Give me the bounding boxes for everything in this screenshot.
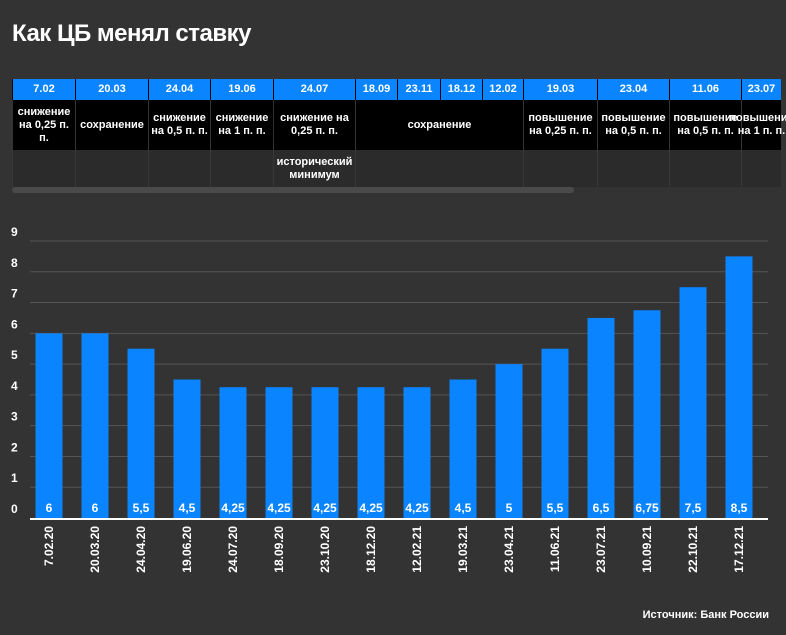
- source-note: Источник: Банк России: [642, 609, 769, 621]
- timeline-date: 7.02: [12, 79, 75, 100]
- y-tick-label: 2: [11, 440, 18, 454]
- timeline-note: [148, 150, 210, 187]
- y-tick-label: 9: [11, 225, 18, 239]
- y-tick-label: 4: [11, 379, 18, 393]
- timeline-date: 23.04: [597, 79, 669, 100]
- bar: [35, 333, 63, 518]
- timeline-action: снижение на 0,25 п. п.: [273, 100, 355, 150]
- timeline-action: сохранение: [75, 100, 148, 150]
- bar-value-label: 4,25: [267, 501, 291, 515]
- timeline-scrollbar[interactable]: [12, 187, 574, 193]
- bar: [357, 387, 385, 518]
- bar-value-label: 6: [46, 501, 53, 515]
- bar: [81, 333, 109, 518]
- x-tick-label: 24.07.20: [226, 526, 240, 573]
- bar-value-label: 4,25: [221, 501, 245, 515]
- timeline-date: 11.06: [669, 79, 741, 100]
- x-tick-label: 11.06.21: [548, 526, 562, 572]
- bar-value-label: 5: [506, 501, 513, 515]
- timeline-action: снижение на 0,5 п. п.: [148, 100, 210, 150]
- y-tick-label: 3: [11, 410, 18, 424]
- timeline-date: 24.07: [273, 79, 355, 100]
- timeline-action: сохранение: [355, 100, 523, 150]
- bar: [219, 387, 247, 518]
- x-tick-label: 22.10.21: [686, 526, 700, 573]
- timeline-date: 19.06: [210, 79, 273, 100]
- y-tick-label: 8: [11, 256, 18, 270]
- bar-value-label: 6,5: [593, 501, 610, 515]
- timeline-date: 23.07: [741, 79, 781, 100]
- timeline-date: 23.11: [397, 79, 440, 100]
- x-tick-label: 19.06.20: [180, 526, 194, 573]
- bar: [495, 364, 523, 518]
- bar-value-label: 4,5: [179, 501, 196, 515]
- timeline-action: повышение на 1 п. п.: [729, 100, 786, 150]
- timeline-note: [741, 150, 781, 187]
- bar-value-label: 8,5: [731, 501, 748, 515]
- timeline-note: [597, 150, 669, 187]
- chart-title: Как ЦБ менял ставку: [12, 20, 252, 47]
- rate-decision-timeline[interactable]: 7.02 20.03 24.04 19.06 24.07 18.09 23.11 18.12 1…: [12, 79, 786, 196]
- bar-value-label: 6: [92, 501, 99, 515]
- x-tick-label: 18.09.20: [272, 526, 286, 573]
- timeline-note: исторический минимум: [273, 150, 355, 187]
- timeline-date: 12.02: [482, 79, 523, 100]
- bar: [311, 387, 339, 518]
- x-tick-label: 19.03.21: [456, 526, 470, 573]
- timeline-note: [355, 150, 523, 187]
- y-tick-label: 1: [11, 471, 18, 485]
- bar-value-label: 5,5: [133, 501, 150, 515]
- timeline-date: 24.04: [148, 79, 210, 100]
- bar: [587, 317, 615, 518]
- bar: [541, 348, 569, 518]
- bar-value-label: 4,25: [405, 501, 429, 515]
- timeline-note: [75, 150, 148, 187]
- timeline-date: 18.12: [440, 79, 482, 100]
- x-tick-label: 23.04.21: [502, 526, 516, 573]
- y-tick-label: 7: [11, 287, 18, 301]
- timeline-action: повышение на 0,5 п. п.: [597, 100, 669, 150]
- x-tick-label: 12.02.21: [410, 526, 424, 573]
- bar-value-label: 4,25: [359, 501, 383, 515]
- bar: [449, 379, 477, 518]
- bar-value-label: 7,5: [685, 501, 702, 515]
- bar: [403, 387, 431, 518]
- y-tick-label: 0: [11, 502, 18, 516]
- x-tick-label: 23.07.21: [594, 526, 608, 573]
- x-tick-label: 10.09.21: [640, 526, 654, 573]
- key-rate-bar-chart: 0 1 2 3 4 5 6 7 8 9 6 7.02.20 6 20.03.20 5,5 24.04.20 4,…: [11, 225, 768, 573]
- timeline-action: снижение на 1 п. п.: [210, 100, 273, 150]
- bar-value-label: 4,25: [313, 501, 337, 515]
- bar: [725, 256, 753, 518]
- bar: [173, 379, 201, 518]
- bar-value-label: 4,5: [455, 501, 472, 515]
- timeline-note: [523, 150, 597, 187]
- bar-value-label: 5,5: [547, 501, 564, 515]
- timeline-action: повышение на 0,25 п. п.: [523, 100, 597, 150]
- x-tick-label: 17.12.21: [732, 526, 746, 573]
- bar: [127, 348, 155, 518]
- bar: [679, 287, 707, 518]
- timeline-action: снижение на 0,25 п. п.: [12, 100, 75, 150]
- bar: [265, 387, 293, 518]
- timeline-date: 18.09: [355, 79, 397, 100]
- timeline-date: 20.03: [75, 79, 148, 100]
- x-tick-label: 7.02.20: [42, 526, 56, 566]
- bar-value-label: 6,75: [635, 501, 659, 515]
- timeline-note: [210, 150, 273, 187]
- x-tick-label: 24.04.20: [134, 526, 148, 573]
- timeline-date: 19.03: [523, 79, 597, 100]
- bar: [633, 310, 661, 518]
- x-tick-label: 23.10.20: [318, 526, 332, 573]
- timeline-note: [669, 150, 741, 187]
- y-tick-label: 6: [11, 317, 18, 331]
- x-tick-label: 20.03.20: [88, 526, 102, 573]
- y-tick-label: 5: [11, 348, 18, 362]
- timeline-note: [12, 150, 75, 187]
- x-tick-label: 18.12.20: [364, 526, 378, 573]
